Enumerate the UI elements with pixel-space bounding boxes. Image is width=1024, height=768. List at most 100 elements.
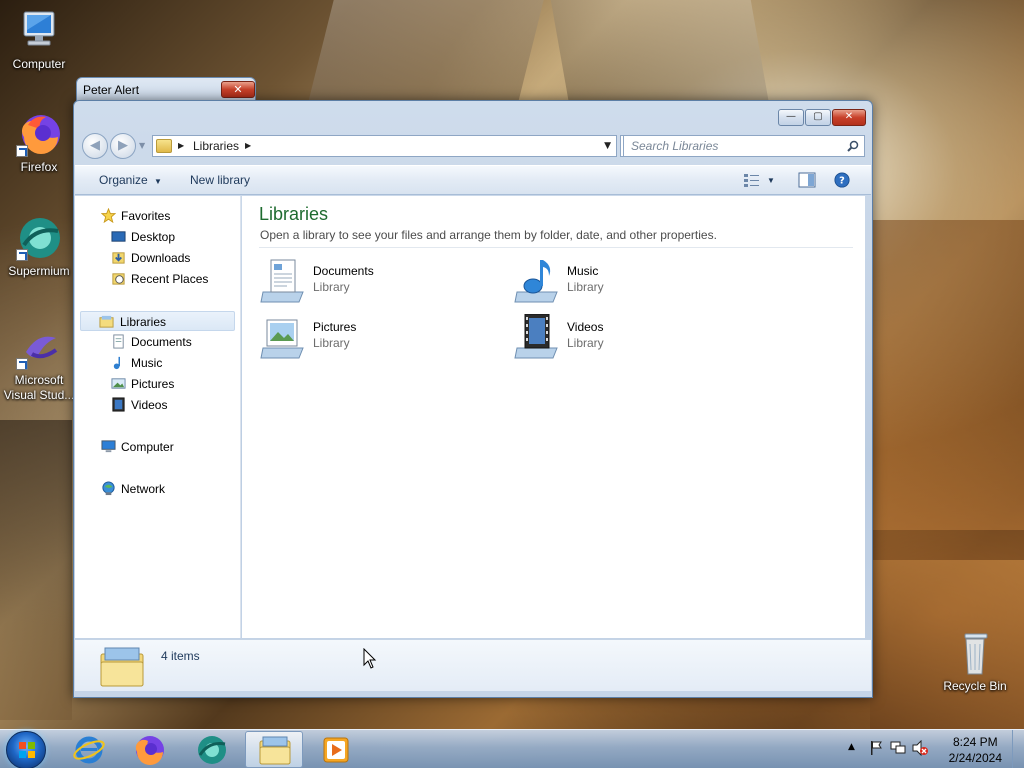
chevron-down-icon: ▼ — [154, 177, 162, 186]
shortcut-arrow-icon — [16, 358, 28, 370]
system-tray: ▲ 8:24 PM 2/24/2024 — [834, 730, 1024, 768]
view-options-chevron-icon[interactable]: ▼ — [767, 176, 775, 185]
taskbar-supermium[interactable] — [183, 731, 241, 768]
taskbar-libraries[interactable] — [245, 731, 303, 768]
desktop-icon-label: Firefox — [20, 160, 58, 174]
computer-icon — [101, 440, 116, 453]
nav-downloads[interactable]: Downloads — [75, 248, 235, 268]
forward-button[interactable]: ▶ — [110, 133, 136, 159]
music-library-icon — [514, 260, 558, 303]
nav-documents[interactable]: Documents — [75, 332, 235, 352]
close-button[interactable]: ✕ — [832, 109, 866, 126]
library-type: Library — [313, 336, 350, 350]
nav-network[interactable]: Network — [75, 479, 235, 499]
nav-recent-places[interactable]: Recent Places — [75, 269, 235, 289]
nav-label: Downloads — [131, 251, 191, 265]
search-input[interactable]: Search Libraries — [623, 135, 865, 157]
item-count: 4 items — [161, 649, 200, 663]
address-dropdown-icon[interactable]: ▼ — [604, 141, 611, 151]
action-center-flag-icon[interactable] — [868, 740, 884, 756]
clock[interactable]: 8:24 PM 2/24/2024 — [949, 734, 1002, 766]
library-item-videos[interactable]: Videos Library — [513, 314, 753, 364]
library-item-music[interactable]: Music Library — [513, 258, 753, 308]
recycle-bin-icon — [952, 630, 998, 676]
supermium-icon — [16, 215, 62, 261]
address-bar[interactable]: ▶ Libraries ▶ ▼ — [152, 135, 617, 157]
command-bar: Organize ▼ New library ▼ ? — [75, 165, 871, 195]
desktop-icon-firefox[interactable]: Firefox — [3, 111, 75, 175]
documents-library-icon — [260, 259, 304, 303]
taskbar-internet-explorer[interactable] — [60, 731, 118, 768]
show-hidden-icons-chevron-icon[interactable]: ▲ — [848, 742, 855, 752]
internet-explorer-icon — [73, 736, 105, 764]
desktop-icon-supermium[interactable]: Supermium — [3, 215, 75, 279]
desktop-icon-label: Computer — [12, 57, 66, 71]
desktop-icon-visual-studio[interactable]: Microsoft Visual Stud... — [3, 330, 75, 403]
visual-studio-icon — [16, 330, 62, 370]
nav-music[interactable]: Music — [75, 353, 235, 373]
library-name: Music — [567, 264, 599, 278]
mouse-cursor-icon — [363, 648, 377, 669]
windows-logo-icon — [19, 742, 35, 758]
wallpaper-facet — [306, 0, 544, 110]
libraries-folder-icon — [259, 736, 291, 765]
breadcrumb-separator-icon[interactable]: ▶ — [178, 141, 184, 150]
desktop-icon-computer[interactable]: Computer — [3, 8, 75, 72]
clock-time: 8:24 PM — [952, 735, 998, 749]
library-type: Library — [567, 280, 604, 294]
taskbar-firefox[interactable] — [121, 731, 179, 768]
organize-label: Organize — [99, 173, 148, 187]
breadcrumb-separator-icon[interactable]: ▶ — [245, 141, 251, 150]
clock-date: 2/24/2024 — [948, 751, 1002, 765]
library-type: Library — [567, 336, 604, 350]
nav-label: Computer — [121, 440, 174, 454]
nav-desktop[interactable]: Desktop — [75, 227, 235, 247]
nav-pictures[interactable]: Pictures — [75, 374, 235, 394]
navigation-bar: ◀ ▶ ▼ ▶ Libraries ▶ ▼ ⇆ Search Libraries — [82, 133, 865, 159]
caption-buttons: — ▢ ✕ — [777, 109, 866, 126]
library-item-pictures[interactable]: Pictures Library — [259, 314, 499, 364]
taskbar: ▲ 8:24 PM 2/24/2024 — [0, 729, 1024, 768]
library-name: Pictures — [313, 320, 357, 334]
nav-label: Favorites — [121, 209, 171, 223]
firefox-icon — [135, 736, 164, 765]
desktop-icon-label: Recycle Bin — [943, 679, 1007, 693]
minimize-button[interactable]: — — [778, 109, 804, 126]
nav-videos[interactable]: Videos — [75, 395, 235, 415]
library-name: Videos — [567, 320, 604, 334]
alert-window-title: Peter Alert — [83, 83, 140, 97]
breadcrumb-libraries[interactable]: Libraries — [193, 139, 239, 153]
search-icon[interactable] — [847, 140, 859, 152]
nav-libraries[interactable]: Libraries — [80, 311, 235, 331]
desktop-icon — [111, 231, 126, 242]
shortcut-arrow-icon — [16, 145, 28, 157]
maximize-button[interactable]: ▢ — [805, 109, 831, 126]
network-status-icon[interactable] — [890, 740, 906, 756]
documents-icon — [113, 334, 124, 349]
wallpaper-facet — [0, 420, 72, 720]
desktop-icon-recycle-bin[interactable]: Recycle Bin — [939, 630, 1011, 694]
start-button[interactable] — [6, 731, 46, 768]
organize-menu[interactable]: Organize ▼ — [99, 173, 162, 187]
help-icon[interactable]: ? — [833, 172, 851, 188]
libraries-icon — [99, 315, 114, 328]
show-desktop-button[interactable] — [1012, 730, 1024, 768]
computer-icon — [16, 8, 62, 54]
pictures-icon — [111, 378, 126, 389]
firefox-icon — [16, 111, 62, 157]
taskbar-media-player[interactable] — [307, 731, 365, 768]
nav-computer[interactable]: Computer — [75, 437, 235, 457]
change-view-icon[interactable] — [743, 172, 761, 188]
preview-pane-icon[interactable] — [798, 172, 816, 188]
back-button[interactable]: ◀ — [82, 133, 108, 159]
explorer-window[interactable]: — ▢ ✕ ◀ ▶ ▼ ▶ Libraries ▶ ▼ ⇆ Search Lib… — [73, 100, 873, 698]
nav-favorites[interactable]: Favorites — [75, 206, 235, 226]
new-library-button[interactable]: New library — [190, 173, 250, 187]
wallpaper-facet — [550, 0, 770, 105]
volume-muted-icon[interactable] — [912, 740, 928, 756]
page-description: Open a library to see your files and arr… — [260, 228, 717, 242]
library-item-documents[interactable]: Documents Library — [259, 258, 499, 308]
recent-pages-chevron-icon[interactable]: ▼ — [139, 141, 145, 150]
alert-close-button[interactable]: ✕ — [221, 81, 255, 98]
libraries-folder-icon — [156, 139, 172, 153]
